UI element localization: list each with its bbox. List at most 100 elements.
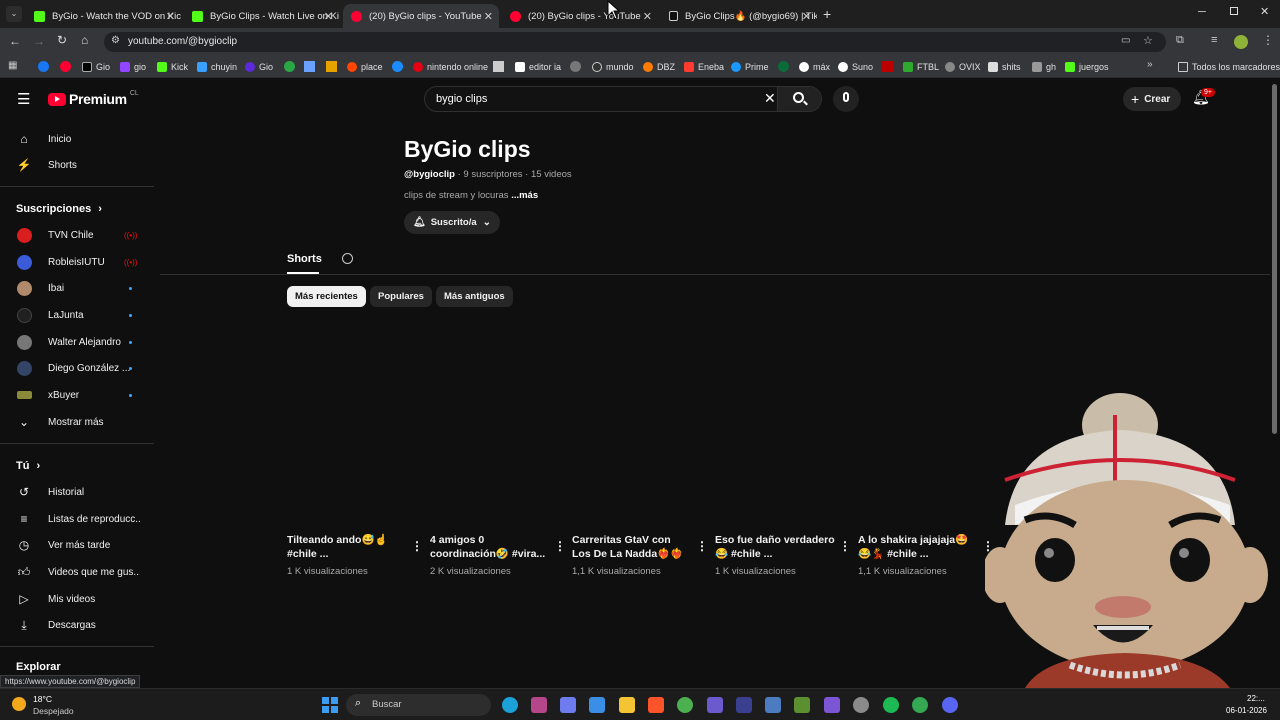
spotify-icon[interactable] — [883, 697, 899, 713]
minecraft-icon[interactable] — [794, 697, 810, 713]
extensions-icon[interactable]: ⧉ — [1176, 34, 1184, 47]
bookmark-item[interactable]: nintendo online — [413, 60, 488, 74]
subscriptions-heading[interactable]: Suscripciones › — [16, 203, 102, 215]
sidebar-item-historial[interactable]: ↺ Historial — [0, 479, 154, 505]
sidebar-item-my-videos[interactable]: ▷ Mis videos — [0, 586, 154, 612]
reading-list-icon[interactable]: ≡ — [1211, 34, 1217, 46]
close-tab-icon[interactable]: ✕ — [484, 10, 493, 23]
sidebar-item-liked[interactable]: 👍︎ Videos que me gus... — [0, 559, 154, 585]
bookmark-item[interactable]: FTBL — [903, 60, 939, 74]
app-icon[interactable] — [765, 697, 781, 713]
search-button[interactable] — [777, 87, 821, 111]
all-bookmarks-folder[interactable]: Todos los marcadores — [1178, 60, 1280, 74]
tab-shorts[interactable]: Shorts — [287, 253, 322, 274]
short-title[interactable]: Tilteando ando😅☝️ #chile ... — [287, 533, 407, 561]
profile-avatar[interactable] — [1234, 35, 1248, 49]
bookmark-item[interactable]: Eneba — [684, 60, 724, 74]
channel-search-icon[interactable] — [342, 253, 353, 264]
cast-icon[interactable]: ▭ — [1121, 35, 1130, 46]
app-icon[interactable] — [531, 697, 547, 713]
close-tab-icon[interactable]: ✕ — [643, 10, 652, 23]
sidebar-item-playlists[interactable]: ≡ Listas de reproducc... — [0, 506, 154, 532]
home-icon[interactable]: ⌂ — [81, 33, 88, 47]
search-box[interactable]: bygio clips ✕ — [424, 86, 822, 112]
voice-search-button[interactable] — [833, 86, 859, 112]
app-icon[interactable] — [853, 697, 869, 713]
browser-tab-5[interactable]: ByGio Clips🔥 (@bygio69) | Tik ✕ — [661, 4, 817, 28]
short-title[interactable]: 4 amigos 0 coordinación🤣 #vira... — [430, 533, 550, 561]
more-bookmarks-icon[interactable]: » — [1147, 59, 1153, 70]
notifications-button[interactable]: 🔔︎ 9+ — [1192, 88, 1215, 109]
sidebar-sub-lajunta[interactable]: LaJunta — [0, 302, 154, 328]
facebook-icon[interactable] — [38, 61, 49, 72]
sidebar-item-downloads[interactable]: ⤓ Descargas — [0, 612, 154, 638]
windows-start-icon[interactable] — [322, 697, 338, 713]
chrome-active-icon[interactable] — [912, 697, 928, 713]
edge-icon[interactable] — [502, 697, 518, 713]
taskbar-search[interactable]: ⌕ Buscar — [346, 694, 491, 716]
close-tab-icon[interactable]: ✕ — [166, 10, 175, 23]
bookmark-item[interactable]: juergos — [1065, 60, 1109, 74]
short-card[interactable]: 4 amigos 0 coordinación🤣 #vira... 2 K vi… — [430, 533, 566, 577]
discord-icon[interactable] — [942, 697, 958, 713]
short-title[interactable]: A lo shakira jajajaja🤩😂💃 #chile ... — [858, 533, 978, 561]
forward-icon[interactable]: → — [33, 34, 45, 48]
short-title[interactable]: Eso fue daño verdadero😂 #chile ... — [715, 533, 835, 561]
minimize-button[interactable]: ─ — [1198, 6, 1206, 18]
clear-search-icon[interactable]: ✕ — [764, 90, 776, 107]
bookmark-item[interactable]: gio — [120, 60, 146, 74]
youtube-bookmark-icon[interactable] — [60, 61, 71, 72]
clock-date[interactable]: 06-01-2026 — [1226, 706, 1267, 715]
site-info-icon[interactable]: ⚙ — [111, 35, 120, 46]
close-tab-icon[interactable]: ✕ — [802, 10, 811, 23]
app-icon[interactable] — [707, 697, 723, 713]
bookmark-star-icon[interactable]: ☆ — [1143, 34, 1153, 47]
youtube-logo[interactable]: Premium CL — [48, 90, 139, 107]
close-window-button[interactable]: ✕ — [1260, 5, 1269, 18]
bookmark-icon[interactable] — [392, 61, 403, 72]
copilot-icon[interactable] — [560, 697, 576, 713]
chip-mas-antiguos[interactable]: Más antiguos — [436, 286, 513, 307]
bookmark-item[interactable]: mundo — [592, 60, 634, 74]
bookmark-item[interactable]: Suno — [838, 60, 873, 74]
browser-tab-1[interactable]: ByGio - Watch the VOD on Kick ✕ — [26, 4, 181, 28]
close-tab-icon[interactable]: ✕ — [324, 10, 333, 23]
bookmark-item[interactable]: place — [347, 60, 383, 74]
apps-icon[interactable]: ▦ — [8, 60, 17, 71]
menu-icon[interactable]: ⋮ — [1262, 33, 1274, 47]
bookmark-item[interactable]: Kick — [157, 60, 188, 74]
bookmark-icon[interactable] — [284, 61, 295, 72]
bookmark-icon[interactable] — [570, 61, 581, 72]
sidebar-item-shorts[interactable]: ⚡ Shorts — [0, 152, 154, 178]
bookmark-icon[interactable] — [304, 61, 315, 72]
app-icon[interactable] — [824, 697, 840, 713]
sidebar-sub-diego[interactable]: Diego González ... — [0, 355, 154, 381]
bookmark-item[interactable]: shits — [988, 60, 1021, 74]
bookmark-item[interactable]: DBZ — [643, 60, 675, 74]
subscribed-button[interactable]: 🔔︎ Suscrito/a ⌄ — [404, 211, 500, 234]
bookmark-item[interactable]: OVIX — [945, 60, 981, 74]
bookmark-item[interactable]: máx — [799, 60, 830, 74]
hamburger-menu-icon[interactable]: ☰ — [17, 90, 30, 108]
browser-tab-3-active[interactable]: (20) ByGio clips - YouTube ✕ — [343, 4, 499, 28]
bookmark-icon[interactable] — [778, 61, 789, 72]
clock-time[interactable]: 22:... — [1247, 694, 1265, 703]
bookmark-icon[interactable] — [493, 61, 504, 72]
maximize-button[interactable] — [1230, 7, 1238, 15]
bookmark-item[interactable]: gh — [1032, 60, 1056, 74]
bookmark-item[interactable]: Gio — [82, 60, 110, 74]
browser-tab-4[interactable]: (20) ByGio clips - YouTube ✕ — [502, 4, 658, 28]
sidebar-sub-robleis[interactable]: RobleisIUTU ((•)) — [0, 249, 154, 275]
sidebar-item-watch-later[interactable]: ◷ Ver más tarde — [0, 532, 154, 558]
more-link[interactable]: ...más — [511, 190, 538, 201]
reload-icon[interactable]: ↻ — [57, 33, 67, 47]
show-more-button[interactable]: ⌄ Mostrar más — [0, 409, 154, 435]
page-scrollbar[interactable] — [1272, 84, 1277, 434]
bookmark-item[interactable]: Gio — [245, 60, 273, 74]
chip-mas-recientes[interactable]: Más recientes — [287, 286, 366, 307]
address-bar[interactable]: ⚙ youtube.com/@bygioclip ▭ ☆ — [104, 32, 1166, 52]
app-icon[interactable] — [736, 697, 752, 713]
more-options-icon[interactable]: ⋮ — [696, 539, 708, 553]
tab-search-icon[interactable]: ⌄ — [6, 6, 22, 22]
more-options-icon[interactable]: ⋮ — [554, 539, 566, 553]
